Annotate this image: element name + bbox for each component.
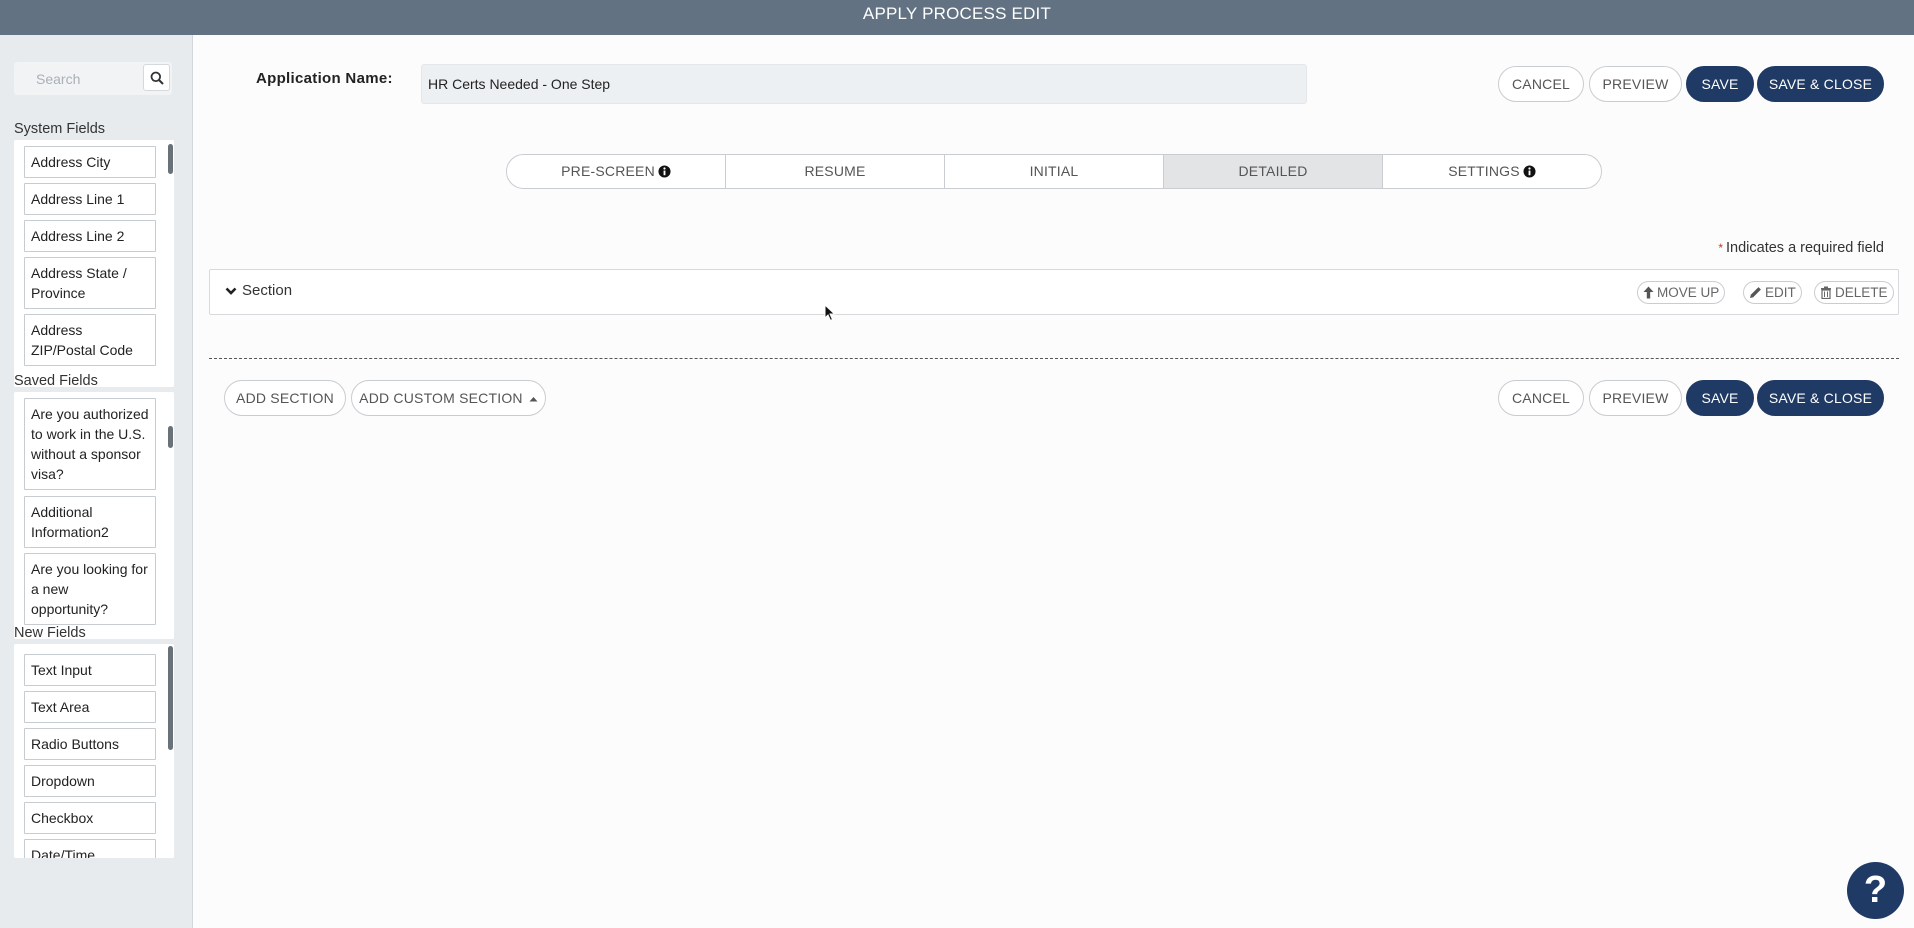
preview-button-top[interactable]: PREVIEW [1589,66,1682,102]
field-item-date-time[interactable]: Date/Time [24,839,156,858]
cancel-button-top[interactable]: CANCEL [1498,66,1584,102]
field-item-additional-info[interactable]: Additional Information2 [24,496,156,548]
add-custom-section-button[interactable]: ADD CUSTOM SECTION [351,380,546,416]
add-section-button[interactable]: ADD SECTION [224,380,346,416]
save-button-bottom[interactable]: SAVE [1686,380,1754,416]
field-item-text-input[interactable]: Text Input [24,654,156,686]
tab-detailed[interactable]: DETAILED [1164,155,1383,188]
new-fields-title: New Fields [14,625,86,641]
saved-fields-scrollbar[interactable] [166,392,174,639]
field-item-address-city[interactable]: Address City [24,146,156,178]
help-button[interactable]: ? [1847,862,1904,919]
search-button[interactable] [143,64,170,91]
section-row: Section MOVE UP EDIT DELETE [209,269,1899,315]
edit-button[interactable]: EDIT [1743,281,1802,304]
info-icon[interactable] [658,165,671,178]
required-field-note: * Indicates a required field [1718,240,1884,256]
field-item-address-state[interactable]: Address State / Province [24,257,156,309]
window-title: APPLY PROCESS EDIT [862,4,1052,23]
application-name-input[interactable] [421,64,1307,104]
window-title-bar: APPLY PROCESS EDIT [0,0,1914,35]
save-close-button-top[interactable]: SAVE & CLOSE [1757,66,1884,102]
trash-icon [1821,286,1831,299]
edit-label: EDIT [1765,285,1796,300]
field-item-address-line-2[interactable]: Address Line 2 [24,220,156,252]
saved-fields-title: Saved Fields [14,373,98,389]
tab-settings[interactable]: SETTINGS [1383,155,1601,188]
new-fields-list: Text Input Text Area Radio Buttons Dropd… [14,644,174,858]
application-name-label: Application Name: [256,70,393,87]
save-button-top[interactable]: SAVE [1686,66,1754,102]
process-tabs: PRE-SCREEN RESUME INITIAL DETAILED SETTI… [506,154,1602,189]
search-box [14,62,172,95]
mouse-cursor-icon [824,304,836,322]
info-icon[interactable] [1523,165,1536,178]
required-note-text: Indicates a required field [1726,240,1884,256]
delete-button[interactable]: DELETE [1814,281,1894,304]
section-toggle[interactable]: Section [225,282,292,299]
section-title: Section [242,282,293,299]
add-custom-section-label: ADD CUSTOM SECTION [359,390,523,406]
save-close-button-bottom[interactable]: SAVE & CLOSE [1757,380,1884,416]
tab-label: RESUME [804,163,866,179]
system-fields-list: Address City Address Line 1 Address Line… [14,140,174,387]
caret-up-icon [529,397,538,402]
tab-pre-screen[interactable]: PRE-SCREEN [507,155,726,188]
scroll-thumb[interactable] [168,426,173,448]
tab-label: PRE-SCREEN [561,163,655,179]
chevron-down-icon [225,287,237,295]
scroll-thumb[interactable] [168,646,173,750]
tab-label: INITIAL [1029,163,1079,179]
cancel-button-bottom[interactable]: CANCEL [1498,380,1584,416]
field-item-text-area[interactable]: Text Area [24,691,156,723]
system-fields-title: System Fields [14,121,106,137]
tab-resume[interactable]: RESUME [726,155,945,188]
move-up-button[interactable]: MOVE UP [1637,281,1726,304]
required-star: * [1718,241,1723,255]
field-item-dropdown[interactable]: Dropdown [24,765,156,797]
system-fields-scrollbar[interactable] [166,140,174,387]
tab-label: SETTINGS [1448,163,1520,179]
tab-label: DETAILED [1238,163,1308,179]
field-item-radio-buttons[interactable]: Radio Buttons [24,728,156,760]
pencil-icon [1750,287,1761,298]
field-item-address-line-1[interactable]: Address Line 1 [24,183,156,215]
scroll-thumb[interactable] [168,144,173,174]
field-item-new-opportunity[interactable]: Are you looking for a new opportunity? [24,553,156,625]
search-icon [150,71,164,85]
tab-initial[interactable]: INITIAL [945,155,1164,188]
preview-button-bottom[interactable]: PREVIEW [1589,380,1682,416]
field-item-checkbox[interactable]: Checkbox [24,802,156,834]
field-item-address-zip[interactable]: Address ZIP/Postal Code [24,314,156,366]
section-divider [209,358,1899,359]
field-sidebar: System Fields Address City Address Line … [0,35,193,928]
move-up-label: MOVE UP [1657,285,1720,300]
arrow-up-icon [1643,286,1654,299]
new-fields-scrollbar[interactable] [166,644,174,858]
search-input[interactable] [14,62,142,95]
field-item-authorized[interactable]: Are you authorized to work in the U.S. w… [24,398,156,490]
saved-fields-list: Are you authorized to work in the U.S. w… [14,392,174,639]
delete-label: DELETE [1835,285,1888,300]
